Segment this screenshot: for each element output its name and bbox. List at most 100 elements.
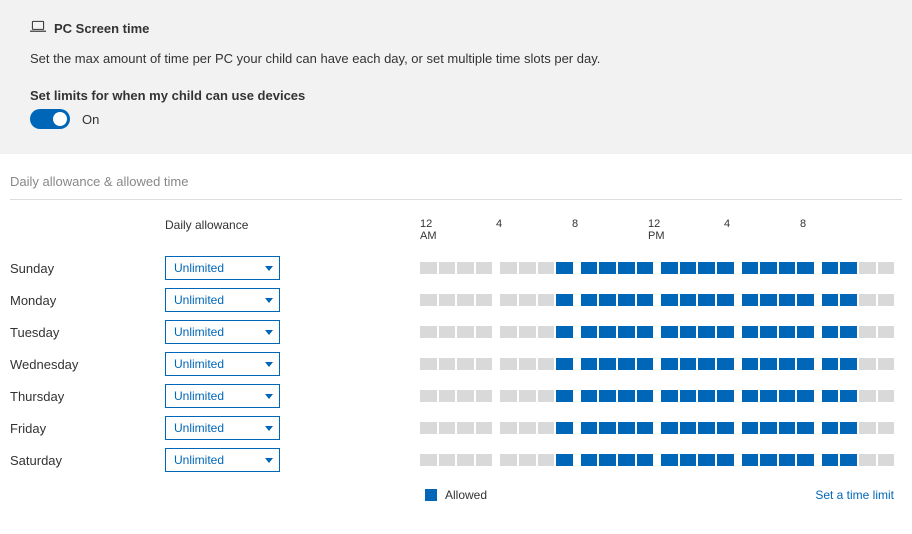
time-slot[interactable] <box>420 262 437 274</box>
time-slot[interactable] <box>556 358 573 370</box>
time-slot[interactable] <box>500 454 517 466</box>
time-slot[interactable] <box>878 262 895 274</box>
time-slot[interactable] <box>698 326 715 338</box>
time-slot[interactable] <box>698 358 715 370</box>
time-slot[interactable] <box>519 262 536 274</box>
time-slot[interactable] <box>618 262 635 274</box>
allowance-select[interactable]: Unlimited <box>165 384 280 408</box>
time-slot[interactable] <box>760 294 777 306</box>
time-slot[interactable] <box>859 326 876 338</box>
time-slot[interactable] <box>797 454 814 466</box>
time-slot[interactable] <box>420 358 437 370</box>
time-slot[interactable] <box>717 262 734 274</box>
time-slot[interactable] <box>476 294 493 306</box>
time-slot[interactable] <box>779 358 796 370</box>
time-slot[interactable] <box>797 422 814 434</box>
time-slot[interactable] <box>822 390 839 402</box>
time-slot[interactable] <box>760 422 777 434</box>
time-slot[interactable] <box>618 326 635 338</box>
time-slot[interactable] <box>637 294 654 306</box>
time-slot[interactable] <box>680 358 697 370</box>
time-slot[interactable] <box>680 390 697 402</box>
time-slot[interactable] <box>661 326 678 338</box>
time-slot[interactable] <box>878 422 895 434</box>
time-slot[interactable] <box>680 262 697 274</box>
time-slot[interactable] <box>637 454 654 466</box>
time-slot[interactable] <box>599 358 616 370</box>
time-slot[interactable] <box>476 390 493 402</box>
time-slot[interactable] <box>519 358 536 370</box>
time-slot[interactable] <box>742 326 759 338</box>
time-slot[interactable] <box>878 390 895 402</box>
time-slot[interactable] <box>797 262 814 274</box>
time-slot[interactable] <box>581 422 598 434</box>
time-slot[interactable] <box>439 262 456 274</box>
time-slot[interactable] <box>760 262 777 274</box>
time-slot[interactable] <box>500 326 517 338</box>
time-slot[interactable] <box>760 390 777 402</box>
time-slot[interactable] <box>556 454 573 466</box>
time-slot[interactable] <box>661 454 678 466</box>
time-slot[interactable] <box>717 326 734 338</box>
time-slot[interactable] <box>556 422 573 434</box>
time-slot[interactable] <box>822 454 839 466</box>
time-slot[interactable] <box>581 262 598 274</box>
time-slot[interactable] <box>859 262 876 274</box>
time-slot[interactable] <box>556 262 573 274</box>
time-slot[interactable] <box>618 294 635 306</box>
set-time-limit-link[interactable]: Set a time limit <box>815 488 902 502</box>
time-slot[interactable] <box>476 326 493 338</box>
time-slot[interactable] <box>538 454 555 466</box>
time-slot[interactable] <box>698 262 715 274</box>
time-slot[interactable] <box>742 390 759 402</box>
time-slot[interactable] <box>680 422 697 434</box>
allowance-select[interactable]: Unlimited <box>165 416 280 440</box>
time-slot[interactable] <box>476 358 493 370</box>
time-slot[interactable] <box>822 294 839 306</box>
time-slot[interactable] <box>742 358 759 370</box>
time-slot[interactable] <box>500 358 517 370</box>
time-slot[interactable] <box>519 390 536 402</box>
time-slot[interactable] <box>779 262 796 274</box>
time-slot[interactable] <box>840 326 857 338</box>
time-slot[interactable] <box>859 294 876 306</box>
time-slot[interactable] <box>822 422 839 434</box>
time-slot[interactable] <box>698 422 715 434</box>
time-slot[interactable] <box>618 454 635 466</box>
time-slot[interactable] <box>618 390 635 402</box>
time-slot[interactable] <box>742 262 759 274</box>
time-slot[interactable] <box>779 422 796 434</box>
time-slot[interactable] <box>822 358 839 370</box>
time-slot[interactable] <box>420 454 437 466</box>
time-slot[interactable] <box>840 262 857 274</box>
time-slot[interactable] <box>742 454 759 466</box>
time-slot[interactable] <box>680 326 697 338</box>
time-slot[interactable] <box>439 358 456 370</box>
time-slot[interactable] <box>599 422 616 434</box>
time-slot[interactable] <box>439 422 456 434</box>
time-slot[interactable] <box>538 294 555 306</box>
time-slot[interactable] <box>717 358 734 370</box>
time-slot[interactable] <box>538 390 555 402</box>
time-slot[interactable] <box>581 358 598 370</box>
time-slot[interactable] <box>581 294 598 306</box>
time-slot[interactable] <box>420 326 437 338</box>
time-slot[interactable] <box>519 326 536 338</box>
time-slot[interactable] <box>538 422 555 434</box>
time-slot[interactable] <box>618 358 635 370</box>
time-slot[interactable] <box>742 422 759 434</box>
time-slot[interactable] <box>637 262 654 274</box>
time-slot[interactable] <box>859 390 876 402</box>
time-slot[interactable] <box>779 454 796 466</box>
allowance-select[interactable]: Unlimited <box>165 352 280 376</box>
time-slot[interactable] <box>797 390 814 402</box>
time-slot[interactable] <box>878 326 895 338</box>
allowance-select[interactable]: Unlimited <box>165 448 280 472</box>
time-slot[interactable] <box>661 262 678 274</box>
time-slot[interactable] <box>698 294 715 306</box>
time-slot[interactable] <box>797 294 814 306</box>
time-slot[interactable] <box>661 422 678 434</box>
time-slot[interactable] <box>637 390 654 402</box>
time-slot[interactable] <box>717 294 734 306</box>
time-slot[interactable] <box>661 358 678 370</box>
